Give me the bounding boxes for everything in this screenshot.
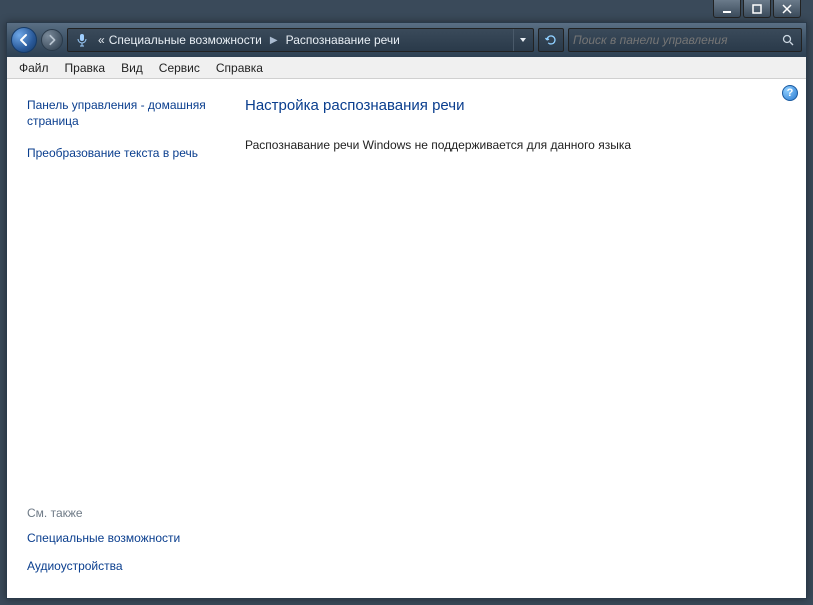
sidebar-link-home[interactable]: Панель управления - домашняя страница: [27, 97, 211, 129]
control-panel-window: « Специальные возможности ▶ Распознавани…: [6, 22, 807, 599]
sidebar: Панель управления - домашняя страница Пр…: [7, 79, 225, 598]
maximize-button[interactable]: [743, 0, 771, 18]
forward-button[interactable]: [41, 29, 63, 51]
sidebar-link-ease-of-access[interactable]: Специальные возможности: [27, 530, 211, 546]
breadcrumb-current[interactable]: Распознавание речи: [284, 33, 402, 47]
back-button[interactable]: [11, 27, 37, 53]
sidebar-link-audio-devices[interactable]: Аудиоустройства: [27, 558, 211, 574]
menu-edit[interactable]: Правка: [57, 59, 114, 77]
close-button[interactable]: [773, 0, 801, 18]
search-icon[interactable]: [779, 34, 797, 47]
status-message: Распознавание речи Windows не поддержива…: [245, 138, 786, 152]
chevron-right-icon: ▶: [264, 35, 284, 46]
menu-service[interactable]: Сервис: [151, 59, 208, 77]
help-icon[interactable]: ?: [782, 85, 798, 101]
navigation-bar: « Специальные возможности ▶ Распознавани…: [7, 23, 806, 57]
window-body: Панель управления - домашняя страница Пр…: [7, 79, 806, 598]
menu-file[interactable]: Файл: [11, 59, 57, 77]
search-input[interactable]: [573, 33, 779, 47]
menu-view[interactable]: Вид: [113, 59, 151, 77]
see-also-section: См. также Специальные возможности Аудиоу…: [27, 506, 211, 586]
breadcrumb-parent[interactable]: Специальные возможности: [107, 33, 264, 47]
address-dropdown[interactable]: [513, 29, 531, 51]
minimize-button[interactable]: [713, 0, 741, 18]
see-also-header: См. также: [27, 506, 211, 520]
breadcrumb-prefix: «: [96, 33, 107, 47]
sidebar-link-tts[interactable]: Преобразование текста в речь: [27, 145, 211, 161]
page-title: Настройка распознавания речи: [245, 97, 786, 114]
address-bar[interactable]: « Специальные возможности ▶ Распознавани…: [67, 28, 534, 52]
refresh-button[interactable]: [538, 28, 564, 52]
content-area: ? Настройка распознавания речи Распознав…: [225, 79, 806, 598]
microphone-icon: [72, 30, 92, 50]
menu-help[interactable]: Справка: [208, 59, 271, 77]
menu-bar: Файл Правка Вид Сервис Справка: [7, 57, 806, 79]
search-box[interactable]: [568, 28, 802, 52]
